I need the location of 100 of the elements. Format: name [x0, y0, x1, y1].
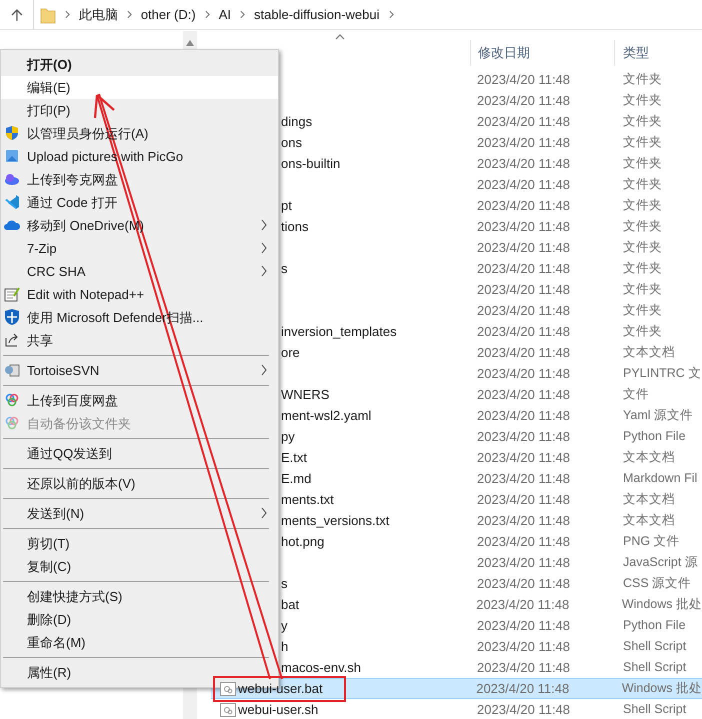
menu-item[interactable]: 7-Zip [1, 237, 278, 260]
file-name: webui-user.sh [238, 700, 318, 719]
type-cell-text: Python File [622, 617, 686, 634]
type-cell-text: JavaScript 源 [622, 554, 698, 572]
date-cell-text: 2023/4/20 11:48 [476, 386, 572, 404]
rings-icon [4, 392, 20, 408]
file-name: ons-builtin [281, 154, 340, 173]
type-cell-text: PYLINTRC 文 [622, 365, 702, 382]
file-row[interactable]: webui-user.bat 2023/4/20 11:48 Windows 批处 [211, 678, 702, 699]
date-cell-text: 2023/4/20 11:48 [476, 322, 572, 341]
menu-item[interactable]: 复制(C) [1, 555, 278, 578]
type-cell-text: Windows 批处 [620, 680, 702, 698]
breadcrumb[interactable]: other (D:) [140, 4, 196, 24]
file-name: hot.png [281, 532, 324, 551]
menu-item[interactable]: 打印(P) [1, 99, 278, 122]
file-name: py [281, 428, 295, 446]
type-cell-text: 文件夹 [622, 239, 662, 256]
breadcrumb[interactable]: 此电脑 [78, 4, 118, 24]
date-cell-text: 2023/4/20 11:48 [476, 574, 572, 593]
file-name: pt [281, 196, 292, 215]
menu-item[interactable]: 还原以前的版本(V) [1, 472, 278, 495]
type-cell-text: 文件夹 [622, 176, 662, 194]
menu-item[interactable]: 上传到百度网盘 [1, 389, 278, 412]
chevron-icon[interactable] [126, 10, 132, 19]
date-cell-text: 2023/4/20 11:48 [476, 92, 572, 110]
menu-item[interactable]: 发送到(N) [1, 502, 278, 525]
date-cell-text: 2023/4/20 11:48 [476, 616, 572, 635]
date-cell-text: 2023/4/20 11:48 [476, 218, 572, 236]
chevron-icon[interactable] [388, 10, 394, 19]
menu-item[interactable]: 删除(D) [1, 608, 278, 631]
type-cell-text: 文件夹 [622, 92, 662, 110]
share-icon [4, 332, 20, 348]
type-cell-text: 文件夹 [622, 260, 662, 278]
type-cell-text: Shell Script [622, 638, 686, 656]
date-cell-text: 2023/4/20 11:48 [476, 364, 572, 383]
date-cell-text: 2023/4/20 11:48 [476, 470, 572, 488]
type-cell-text: 文件 [622, 386, 649, 404]
date-cell-text: 2023/4/20 11:48 [476, 532, 572, 551]
menu-item[interactable]: 创建快捷方式(S) [1, 585, 278, 608]
menu-item[interactable]: 重命名(M) [1, 631, 278, 654]
date-cell-text: 2023/4/20 11:48 [476, 70, 572, 89]
type-cell-text: 文件夹 [622, 302, 662, 320]
type-cell-text: PNG 文件 [622, 533, 680, 550]
cloud-icon [4, 171, 20, 187]
date-cell-text: 2023/4/20 11:48 [476, 112, 572, 131]
menu-item[interactable]: 通过QQ发送到 [1, 442, 278, 465]
date-cell-text: 2023/4/20 11:48 [475, 680, 570, 698]
folder-icon [40, 6, 56, 24]
chevron-icon[interactable] [240, 10, 246, 19]
date-cell-text: 2023/4/20 11:48 [476, 490, 572, 509]
menu-item[interactable]: TortoiseSVN [1, 359, 278, 382]
file-name: ons [281, 134, 302, 152]
menu-item[interactable]: 剪切(T) [1, 532, 278, 555]
up-arrow-icon[interactable] [11, 8, 23, 22]
type-cell-text: Shell Script [622, 659, 686, 676]
shield-icon [4, 309, 20, 325]
type-cell-text: CSS 源文件 [622, 575, 692, 592]
code-editor-icon [4, 194, 20, 210]
column-header[interactable]: 类型 [614, 40, 702, 66]
file-name: s [281, 260, 288, 278]
file-name: y [281, 616, 288, 635]
date-cell-text: 2023/4/20 11:48 [476, 196, 572, 215]
date-cell-text: 2023/4/20 11:48 [476, 554, 572, 572]
date-cell-text: 2023/4/20 11:48 [476, 260, 572, 278]
rings-icon [4, 415, 20, 431]
menu-item[interactable]: Edit with Notepad++ [1, 283, 278, 306]
chevron-icon[interactable] [204, 10, 210, 19]
breadcrumb[interactable]: AI [218, 4, 232, 24]
type-cell-text: 文件夹 [622, 71, 662, 88]
file-row[interactable]: webui-user.sh 2023/4/20 11:48 Shell Script [211, 699, 702, 719]
menu-item[interactable]: 打开(O) [1, 53, 278, 76]
date-cell-text: 2023/4/20 11:48 [476, 134, 572, 152]
sort-caret-icon [335, 34, 345, 40]
breadcrumb[interactable]: stable-diffusion-webui [254, 4, 380, 24]
chevron-icon[interactable] [64, 10, 70, 19]
type-cell-text: 文本文档 [622, 344, 675, 362]
file-name: h [281, 638, 288, 656]
type-cell-text: 文件夹 [622, 113, 662, 130]
type-cell-text: Windows 批处 [620, 596, 702, 614]
type-cell-text: 文件夹 [622, 197, 662, 214]
type-cell-text: 文件夹 [622, 134, 662, 152]
date-cell-text: 2023/4/20 11:48 [476, 406, 572, 425]
file-name: ments.txt [281, 490, 334, 509]
menu-item[interactable]: CRC SHA [1, 260, 278, 283]
date-cell-text: 2023/4/20 11:48 [476, 512, 572, 530]
file-name: inversion_templates [281, 322, 397, 341]
menu-item[interactable]: 共享 [1, 329, 278, 352]
type-cell-text: 文本文档 [622, 449, 675, 466]
file-name: E.md [281, 470, 312, 488]
date-cell-text: 2023/4/20 11:48 [476, 658, 572, 677]
file-name: bat [281, 596, 300, 614]
menu-item[interactable]: 上传到夸克网盘 [1, 168, 278, 191]
file-name: s [281, 574, 288, 593]
file-name: ments_versions.txt [281, 512, 390, 530]
type-cell-text: 文本文档 [622, 491, 675, 508]
date-cell-text: 2023/4/20 11:48 [476, 176, 572, 194]
menu-item[interactable]: 编辑(E) [1, 76, 278, 99]
column-header[interactable]: 修改日期 [470, 40, 614, 66]
menu-item[interactable]: 通过 Code 打开 [1, 191, 278, 214]
scroll-up-icon[interactable] [186, 40, 194, 46]
